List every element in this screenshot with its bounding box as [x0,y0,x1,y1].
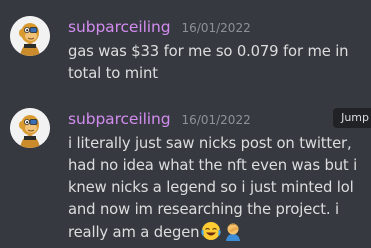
message-header: subparceiling 16/01/2022 [68,108,251,130]
ape-avatar-icon[interactable] [10,108,50,148]
username[interactable]: subparceiling [68,110,171,128]
joy-emoji-icon [201,221,222,241]
timestamp[interactable]: 16/01/2022 [182,21,251,35]
message-body: i literally just saw nicks post on twitt… [68,133,364,244]
message-header: subparceiling 16/01/2022 [68,16,251,38]
jump-button[interactable]: Jump [333,108,371,128]
message-text: gas was $33 for me so 0.079 for me in to… [68,43,349,82]
username[interactable]: subparceiling [68,18,171,36]
facepalm-emoji-icon [223,221,243,241]
timestamp[interactable]: 16/01/2022 [182,113,251,127]
ape-avatar-icon[interactable] [10,16,50,56]
